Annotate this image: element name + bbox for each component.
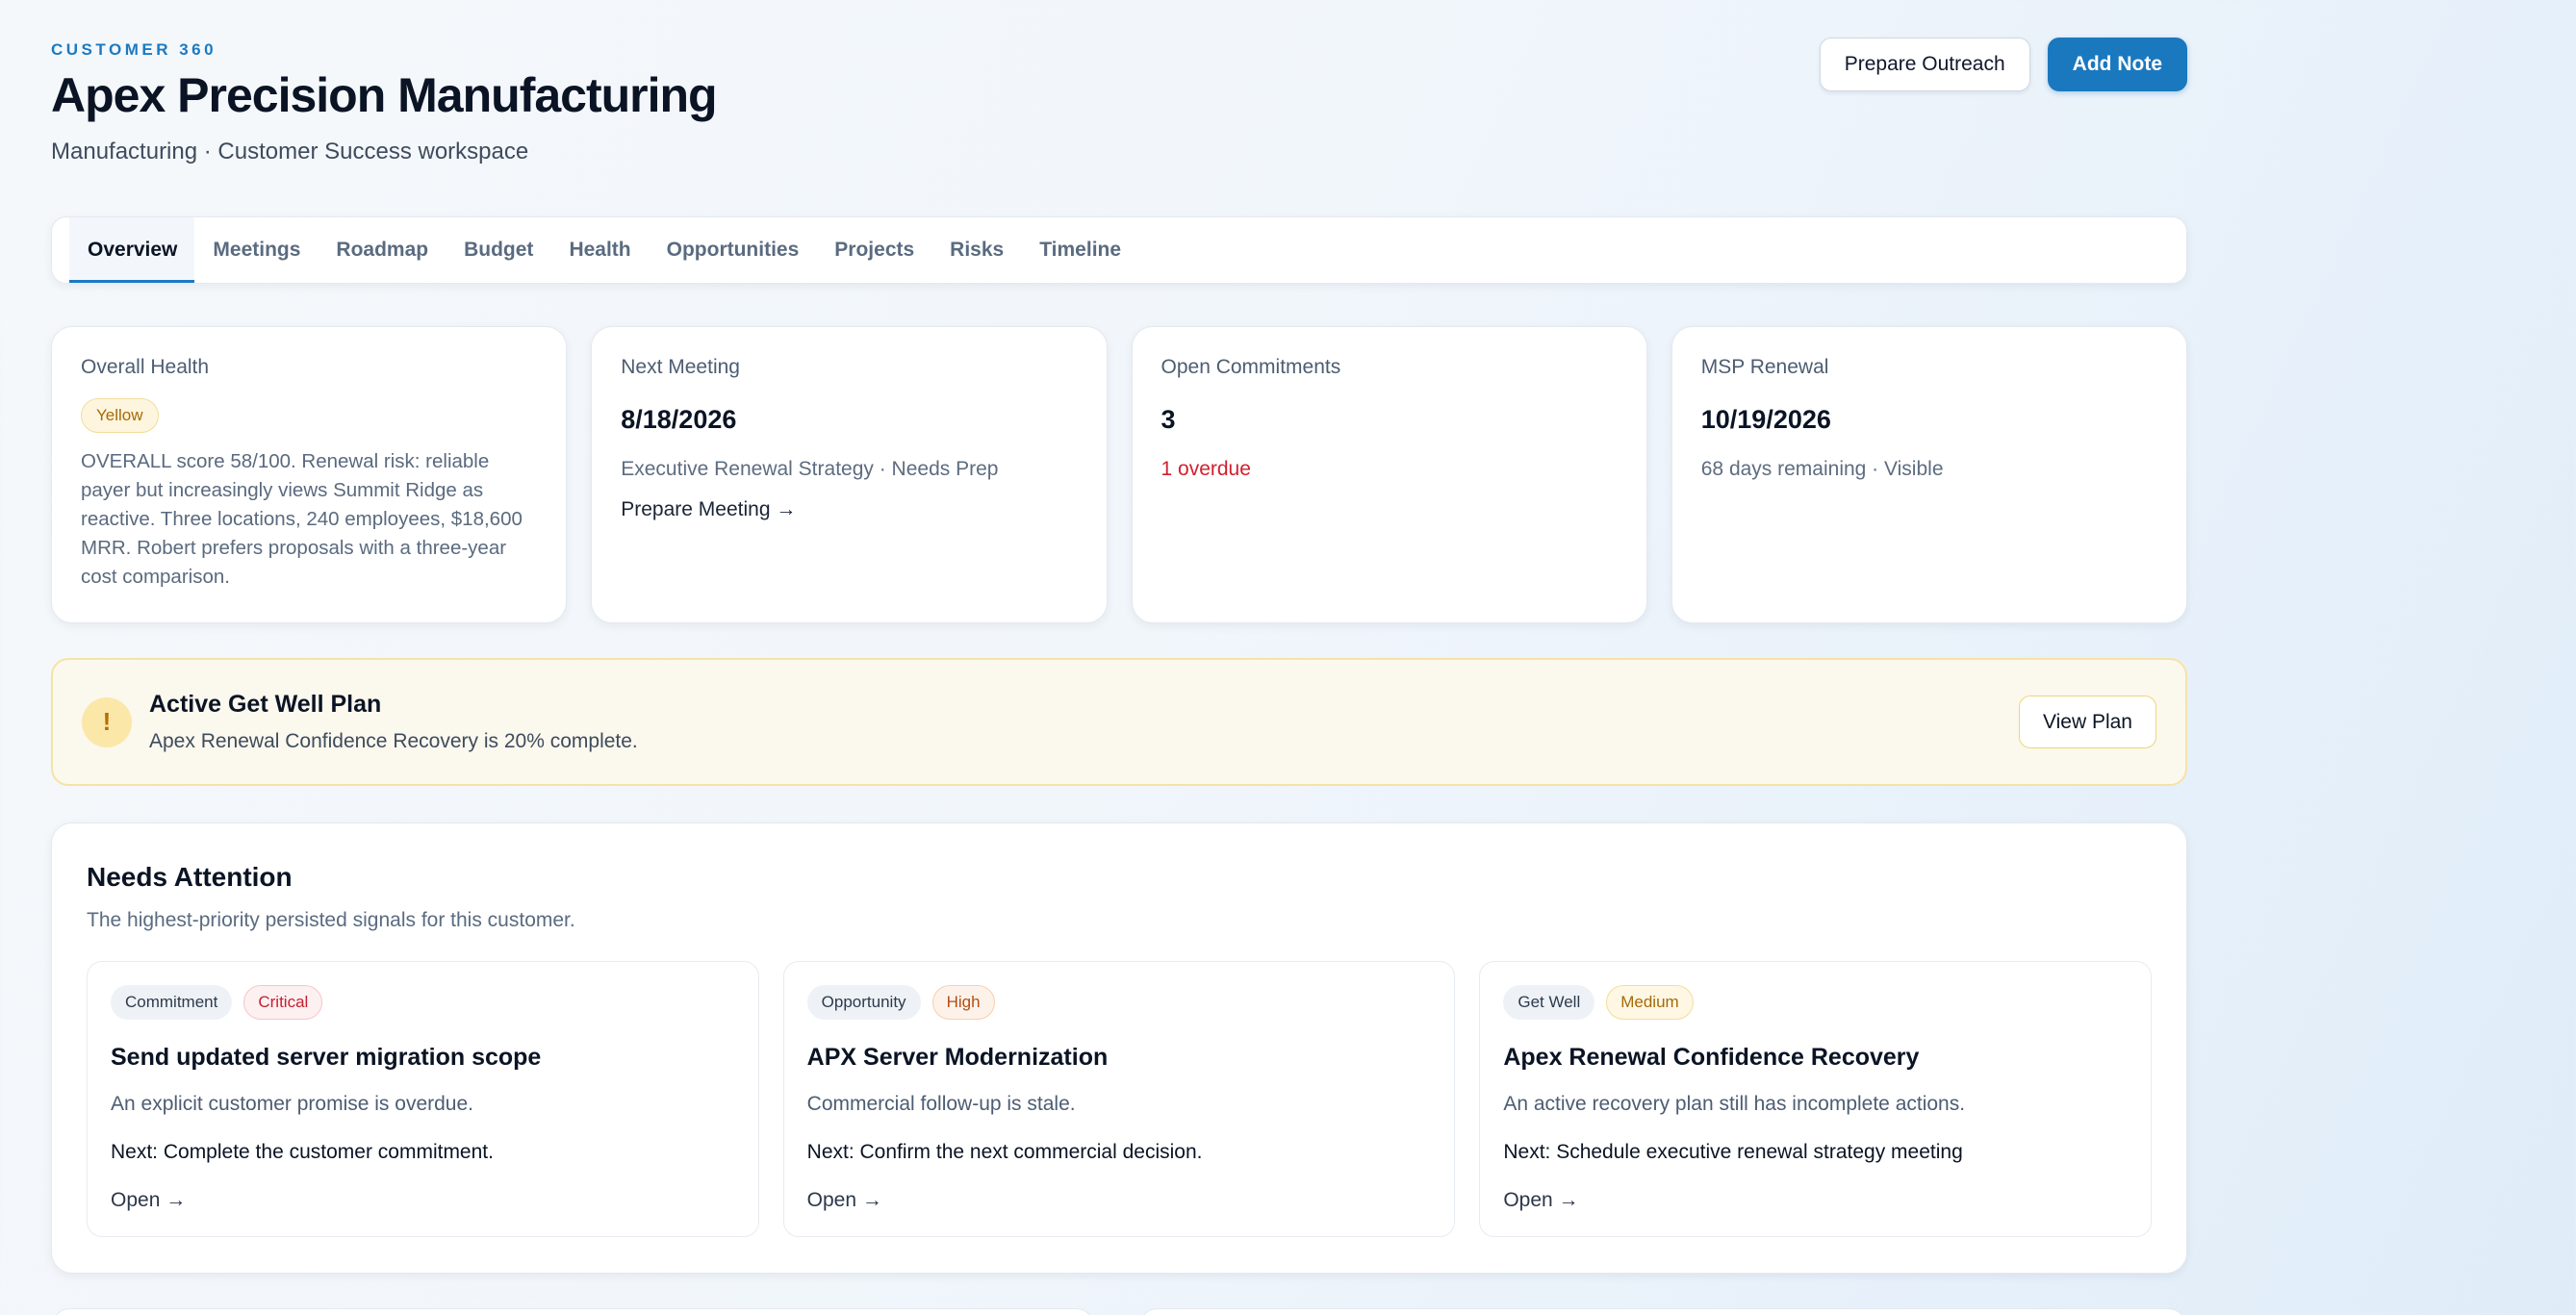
attention-card: Commitment Critical Send updated server … xyxy=(87,961,759,1237)
type-badge: Get Well xyxy=(1503,985,1595,1020)
tab-meetings[interactable]: Meetings xyxy=(194,217,318,283)
card-next-step: Next: Confirm the next commercial decisi… xyxy=(806,1141,1203,1163)
page-eyebrow: CUSTOMER 360 xyxy=(51,40,217,59)
kpi-label: Open Commitments xyxy=(1160,356,1341,378)
lower-panel-left xyxy=(51,1308,1095,1315)
tab-opportunities[interactable]: Opportunities xyxy=(649,217,817,283)
tag-group: Commitment Critical xyxy=(111,985,735,1020)
tab-projects[interactable]: Projects xyxy=(816,217,931,283)
type-badge: Opportunity xyxy=(806,985,921,1020)
tab-timeline[interactable]: Timeline xyxy=(1021,217,1138,283)
open-link[interactable]: Open → xyxy=(111,1189,735,1212)
open-commitments-count: 3 xyxy=(1160,405,1176,434)
priority-badge: Medium xyxy=(1606,985,1694,1020)
msp-renewal-card: MSP Renewal 10/19/2026 68 days remaining… xyxy=(1671,326,2187,623)
health-status-badge: Yellow xyxy=(81,398,159,433)
tab-roadmap[interactable]: Roadmap xyxy=(318,217,446,283)
needs-attention-panel: Needs Attention The highest-priority per… xyxy=(51,822,2187,1274)
card-next-step: Next: Schedule executive renewal strateg… xyxy=(1503,1141,1963,1163)
view-plan-button[interactable]: View Plan xyxy=(2018,695,2156,748)
open-link[interactable]: Open → xyxy=(807,1189,1432,1212)
priority-badge: High xyxy=(931,985,995,1020)
banner-desc: Apex Renewal Confidence Recovery is 20% … xyxy=(149,730,638,752)
kpi-label: MSP Renewal xyxy=(1700,356,1829,378)
next-meeting-date: 8/18/2026 xyxy=(621,405,737,434)
tab-budget[interactable]: Budget xyxy=(446,217,550,283)
overall-health-card: Overall Health Yellow OVERALL score 58/1… xyxy=(51,326,568,623)
tab-overview[interactable]: Overview xyxy=(69,217,195,283)
card-desc: An active recovery plan still has incomp… xyxy=(1503,1093,1966,1115)
page-title: Apex Precision Manufacturing xyxy=(51,68,718,122)
kpi-row: Overall Health Yellow OVERALL score 58/1… xyxy=(51,326,2187,623)
tag-group: Opportunity High xyxy=(806,985,1432,1020)
get-well-plan-banner: ! Active Get Well Plan Apex Renewal Conf… xyxy=(51,658,2187,786)
card-title: Apex Renewal Confidence Recovery xyxy=(1503,1044,1920,1071)
kpi-label: Next Meeting xyxy=(621,356,740,378)
next-meeting-card: Next Meeting 8/18/2026 Executive Renewal… xyxy=(591,326,1108,623)
tag-group: Get Well Medium xyxy=(1503,985,2128,1020)
banner-title: Active Get Well Plan xyxy=(149,691,382,718)
next-meeting-desc: Executive Renewal Strategy · Needs Prep xyxy=(621,458,999,480)
renewal-date: 10/19/2026 xyxy=(1700,405,1831,434)
attention-card-list: Commitment Critical Send updated server … xyxy=(87,961,2153,1237)
overdue-count: 1 overdue xyxy=(1160,458,1251,480)
card-title: Send updated server migration scope xyxy=(111,1044,542,1071)
kpi-label: Overall Health xyxy=(81,356,210,378)
type-badge: Commitment xyxy=(111,985,233,1020)
card-title: APX Server Modernization xyxy=(806,1044,1109,1071)
attention-card: Opportunity High APX Server Modernizatio… xyxy=(782,961,1456,1237)
tab-bar: Overview Meetings Roadmap Budget Health … xyxy=(51,216,2187,284)
open-commitments-card: Open Commitments 3 1 overdue xyxy=(1131,326,1647,623)
card-desc: An explicit customer promise is overdue. xyxy=(111,1093,473,1115)
prepare-outreach-button[interactable]: Prepare Outreach xyxy=(1819,38,2030,91)
health-summary: OVERALL score 58/100. Renewal risk: reli… xyxy=(81,450,523,588)
section-subtitle: The highest-priority persisted signals f… xyxy=(87,909,575,931)
card-next-step: Next: Complete the customer commitment. xyxy=(111,1141,494,1163)
card-desc: Commercial follow-up is stale. xyxy=(806,1093,1076,1115)
tab-health[interactable]: Health xyxy=(550,217,648,283)
renewal-desc: 68 days remaining · Visible xyxy=(1700,458,1944,480)
priority-badge: Critical xyxy=(243,985,323,1020)
warning-icon: ! xyxy=(82,696,132,747)
page-subtitle: Manufacturing · Customer Success workspa… xyxy=(51,139,529,164)
prepare-meeting-link[interactable]: Prepare Meeting → xyxy=(621,498,1077,521)
header-actions: Prepare Outreach Add Note xyxy=(1819,38,2187,91)
add-note-button[interactable]: Add Note xyxy=(2047,38,2187,91)
banner-text: Active Get Well Plan Apex Renewal Confid… xyxy=(149,691,2019,753)
attention-card: Get Well Medium Apex Renewal Confidence … xyxy=(1479,961,2153,1237)
open-link[interactable]: Open → xyxy=(1503,1189,2128,1212)
lower-panel-right xyxy=(1138,1308,2187,1315)
section-title: Needs Attention xyxy=(87,862,293,892)
tab-risks[interactable]: Risks xyxy=(931,217,1021,283)
